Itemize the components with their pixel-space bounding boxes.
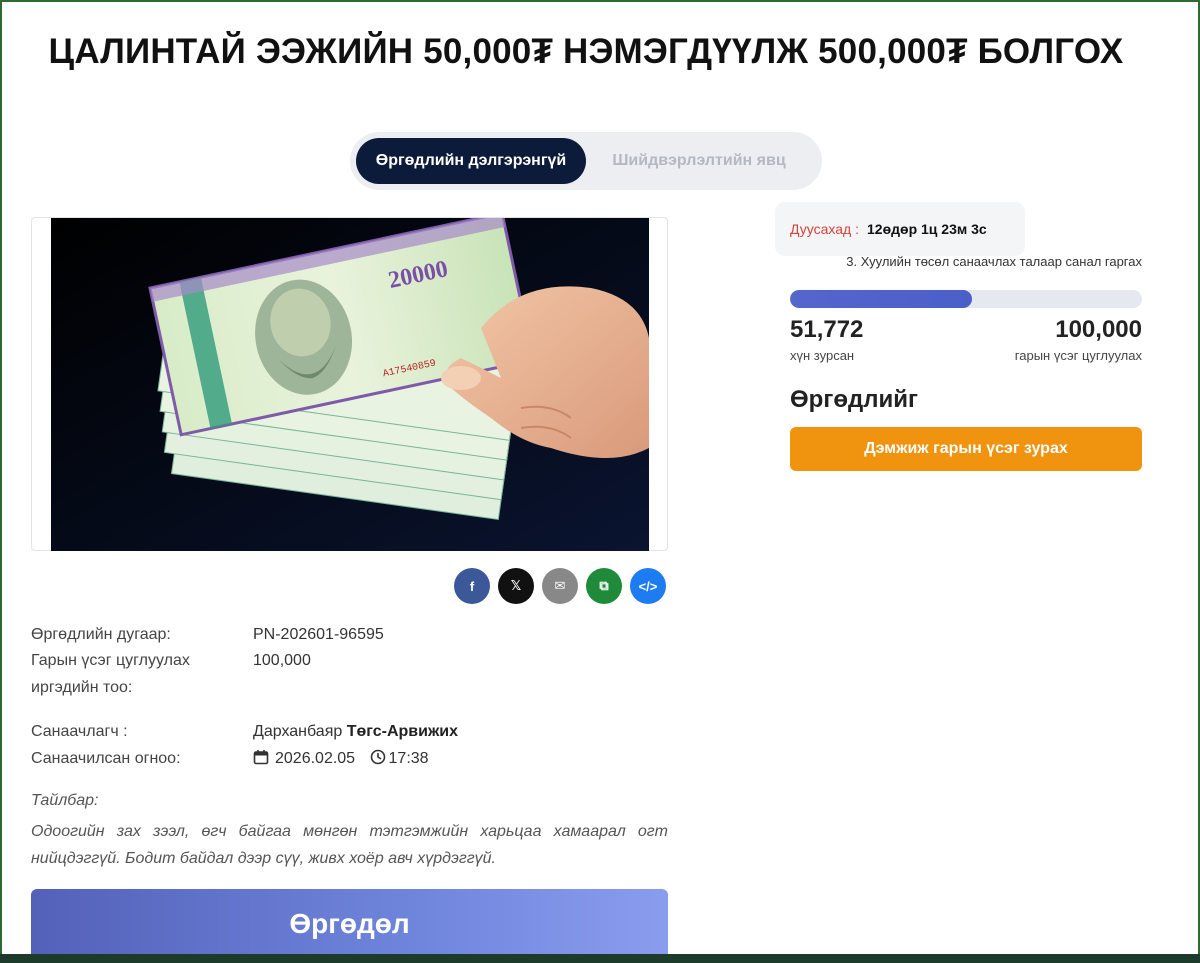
signature-target-label-1: Гарын үсэг цуглуулах xyxy=(31,652,190,669)
petition-number-label: Өргөдлийн дугаар: xyxy=(31,626,171,643)
facebook-icon[interactable]: f xyxy=(454,568,490,604)
signature-progress-fill xyxy=(790,290,973,308)
petition-number-row: Өргөдлийн дугаар: PN-202601-96595 xyxy=(31,622,384,648)
author-label: Санаачлагч : xyxy=(31,723,128,740)
author-last-name: Төгс-Арвижих xyxy=(346,723,459,740)
description-text: Одоогийн зах зээл, өгч байгаа мөнгөн тэт… xyxy=(31,823,668,867)
petition-heading: Өргөдлийг xyxy=(790,386,918,413)
goal-count: 100,000 xyxy=(1055,316,1142,343)
countdown-value: 12өдөр 1ц 23м 3с xyxy=(867,221,987,237)
clock-icon xyxy=(370,749,385,765)
date-value-group: 2026.02.05 17:38 xyxy=(253,746,429,772)
money-photo: 20000 A17540859 xyxy=(51,218,649,551)
signature-target-label-2: иргэдийн тоо: xyxy=(31,679,133,696)
signature-target-row-2: иргэдийн тоо: xyxy=(31,675,132,701)
embed-icon[interactable]: </> xyxy=(630,568,666,604)
countdown-label: Дуусахад : xyxy=(790,221,859,237)
petition-image-card: 20000 A17540859 xyxy=(31,217,668,551)
signature-target-value: 100,000 xyxy=(253,652,311,669)
petition-button[interactable]: Өргөдөл xyxy=(31,889,668,959)
x-icon[interactable]: 𝕏 xyxy=(498,568,534,604)
date-label: Санаачилсан огноо: xyxy=(31,750,181,767)
stage-text: 3. Хуулийн төсөл санаачлах талаар санал … xyxy=(846,254,1142,269)
petition-number-value: PN-202601-96595 xyxy=(253,626,384,643)
sign-button[interactable]: Дэмжиж гарын үсэг зурах xyxy=(790,427,1142,471)
share-buttons: f 𝕏 ✉ ⧉ </> xyxy=(454,568,666,604)
copy-icon[interactable]: ⧉ xyxy=(586,568,622,604)
calendar-icon xyxy=(253,750,269,765)
time-value: 17:38 xyxy=(388,750,429,767)
countdown-box: Дуусахад : 12өдөр 1ц 23м 3с xyxy=(775,202,1025,256)
signed-count-label: хүн зурсан xyxy=(790,348,855,363)
bottom-bar xyxy=(0,954,1200,963)
tab-progress[interactable]: Шийдвэрлэлтийн явц xyxy=(586,138,812,184)
tab-bar: Өргөдлийн дэлгэрэнгүй Шийдвэрлэлтийн явц xyxy=(350,132,822,190)
signature-target-row: Гарын үсэг цуглуулах 100,000 xyxy=(31,648,311,674)
signed-count: 51,772 xyxy=(790,316,864,343)
date-row: Санаачилсан огноо: 2026.02.05 17:38 xyxy=(31,746,429,772)
author-name: Дарханбаяр Төгс-Арвижих xyxy=(253,719,458,745)
description-label: Тайлбар: xyxy=(31,792,99,809)
author-row: Санаачлагч : Дарханбаяр Төгс-Арвижих xyxy=(31,719,458,745)
date-value: 2026.02.05 xyxy=(275,750,356,767)
tab-details[interactable]: Өргөдлийн дэлгэрэнгүй xyxy=(356,138,586,184)
signature-progress-bar xyxy=(790,290,1142,308)
page-title: ЦАЛИНТАЙ ЭЭЖИЙН 50,000₮ НЭМЭГДҮҮЛЖ 500,0… xyxy=(48,32,1124,71)
goal-count-label: гарын үсэг цуглуулах xyxy=(1014,348,1142,363)
email-icon[interactable]: ✉ xyxy=(542,568,578,604)
author-first-name: Дарханбаяр xyxy=(253,723,343,740)
